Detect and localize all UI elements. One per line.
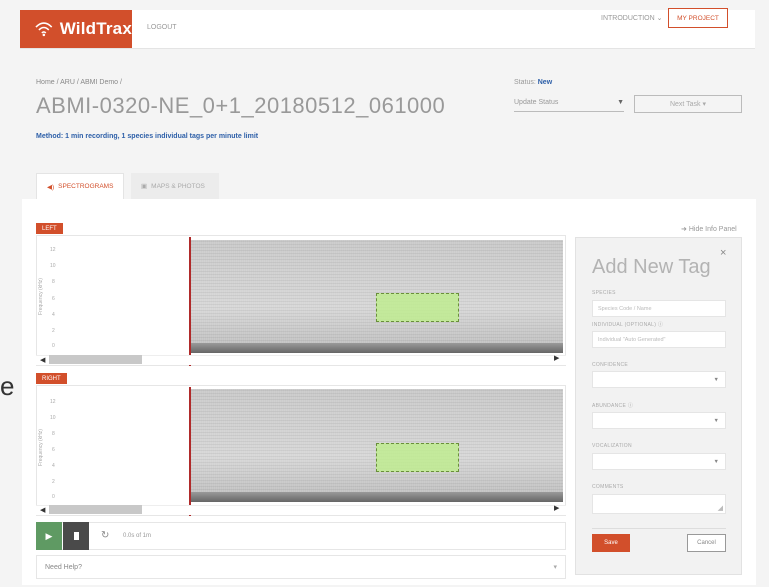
tab-spectrograms-label: SPECTROGRAMS (58, 183, 114, 190)
status-value: New (537, 79, 553, 86)
y-axis-label-left: Frequency (kHz) (38, 278, 44, 315)
tick-label: 12 (50, 399, 56, 405)
method-description: Method: 1 min recording, 1 species indiv… (36, 133, 259, 140)
tick-label: 10 (50, 415, 56, 421)
tick-label: 2 (52, 328, 55, 334)
scroll-right-icon[interactable]: ▶ (554, 504, 559, 512)
my-project-button[interactable]: MY PROJECT (668, 8, 728, 28)
dropdown-caret-icon: ▼ (713, 417, 719, 424)
species-tag-box-left[interactable] (376, 293, 459, 322)
update-status-label: Update Status (514, 99, 559, 106)
play-icon: ▶ (45, 530, 53, 541)
introduction-label: INTRODUCTION (601, 15, 655, 22)
cancel-button[interactable]: Cancel (687, 534, 726, 552)
vocalization-select[interactable]: ▼ (592, 453, 726, 470)
scroll-left-icon[interactable]: ◀ (40, 356, 45, 364)
tick-label: 12 (50, 247, 56, 253)
info-icon: ⓘ (627, 403, 634, 409)
playback-time: 0.0s of 1m (123, 533, 152, 539)
tick-label: 10 (50, 263, 56, 269)
next-task-label: Next Task (669, 100, 701, 108)
abundance-label-text: ABUNDANCE (592, 403, 627, 409)
individual-label: INDIVIDUAL (OPTIONAL) ⓘ (592, 321, 663, 328)
resize-handle-icon[interactable]: ◢ (718, 504, 723, 512)
stop-button[interactable] (63, 522, 89, 550)
wildtrax-logo[interactable]: WildTrax (20, 10, 132, 48)
chevron-down-icon: ▾ (553, 564, 557, 571)
tab-maps-photos[interactable]: ▣ MAPS & PHOTOS (131, 173, 219, 199)
dropdown-caret-icon: ▼ (713, 458, 719, 465)
individual-input[interactable]: Individual "Auto Generated" (592, 331, 726, 348)
close-icon[interactable]: × (720, 247, 726, 259)
tab-spectrograms[interactable]: ◀) SPECTROGRAMS (36, 173, 124, 199)
comments-label: COMMENTS (592, 484, 624, 490)
playhead-right[interactable] (189, 387, 191, 516)
info-icon: ⓘ (657, 322, 664, 328)
page-edge-text: e (0, 371, 15, 401)
scrollbar-thumb-right[interactable] (49, 505, 142, 514)
individual-label-text: INDIVIDUAL (OPTIONAL) (592, 322, 657, 328)
hide-info-label: Hide Info Panel (688, 226, 737, 233)
tick-label: 6 (52, 296, 55, 302)
tick-label: 6 (52, 447, 55, 453)
tick-label: 8 (52, 431, 55, 437)
confidence-select[interactable]: ▼ (592, 371, 726, 388)
tick-label: 0 (52, 343, 55, 349)
page-title: ABMI-0320-NE_0+1_20180512_061000 (36, 93, 446, 118)
introduction-menu[interactable]: INTRODUCTION ⌄ (601, 14, 663, 22)
arrow-right-icon: ➜ (681, 226, 687, 233)
playhead-left[interactable] (189, 237, 191, 366)
audio-player (36, 522, 566, 550)
abundance-label: ABUNDANCE ⓘ (592, 402, 633, 409)
next-task-button[interactable]: Next Task ▾ (634, 95, 742, 113)
channel-label-left: LEFT (36, 223, 63, 234)
update-status-select[interactable]: Update Status ▼ (514, 94, 624, 112)
caret-down-icon: ▾ (702, 101, 707, 108)
tick-label: 0 (52, 494, 55, 500)
tick-label: 4 (52, 463, 55, 469)
play-button[interactable]: ▶ (36, 522, 62, 550)
dropdown-caret-icon: ▼ (713, 376, 719, 383)
species-placeholder: Species Code / Name (598, 305, 652, 312)
brand-name: WildTrax (59, 19, 132, 38)
tick-label: 8 (52, 279, 55, 285)
vocalization-label: VOCALIZATION (592, 443, 632, 449)
add-tag-title: Add New Tag (592, 256, 711, 278)
species-label: SPECIES (592, 290, 616, 296)
image-icon: ▣ (141, 183, 148, 190)
scrollbar-thumb-left[interactable] (49, 355, 142, 364)
scroll-right-icon[interactable]: ▶ (554, 354, 559, 362)
stop-icon (73, 532, 79, 540)
confidence-label: CONFIDENCE (592, 362, 629, 368)
need-help-label: Need Help? (45, 563, 82, 571)
dropdown-caret-icon: ▼ (617, 99, 624, 106)
tick-label: 4 (52, 312, 55, 318)
y-axis-label-right: Frequency (kHz) (38, 429, 44, 466)
tick-label: 2 (52, 479, 55, 485)
signal-icon (35, 22, 53, 37)
status-label: Status: (514, 79, 536, 86)
species-input[interactable]: Species Code / Name (592, 300, 726, 317)
status-display: Status: New (514, 79, 552, 86)
scroll-left-icon[interactable]: ◀ (40, 506, 45, 514)
loop-icon[interactable]: ↻ (101, 530, 109, 541)
speaker-icon: ◀) (47, 183, 55, 191)
species-tag-box-right[interactable] (376, 443, 459, 472)
need-help-accordion[interactable]: Need Help? ▾ (36, 555, 566, 579)
individual-placeholder: Individual "Auto Generated" (598, 336, 666, 343)
form-divider (592, 528, 726, 529)
save-button[interactable]: Save (592, 534, 630, 552)
tab-maps-label: MAPS & PHOTOS (151, 182, 205, 190)
chevron-down-icon: ⌄ (656, 15, 663, 22)
hide-info-panel-link[interactable]: ➜ Hide Info Panel (681, 225, 737, 233)
breadcrumb[interactable]: Home / ARU / ABMI Demo / (36, 79, 122, 86)
channel-label-right: RIGHT (36, 373, 67, 384)
comments-textarea[interactable]: ◢ (592, 494, 726, 514)
logout-link[interactable]: LOGOUT (147, 24, 177, 31)
abundance-select[interactable]: ▼ (592, 412, 726, 429)
